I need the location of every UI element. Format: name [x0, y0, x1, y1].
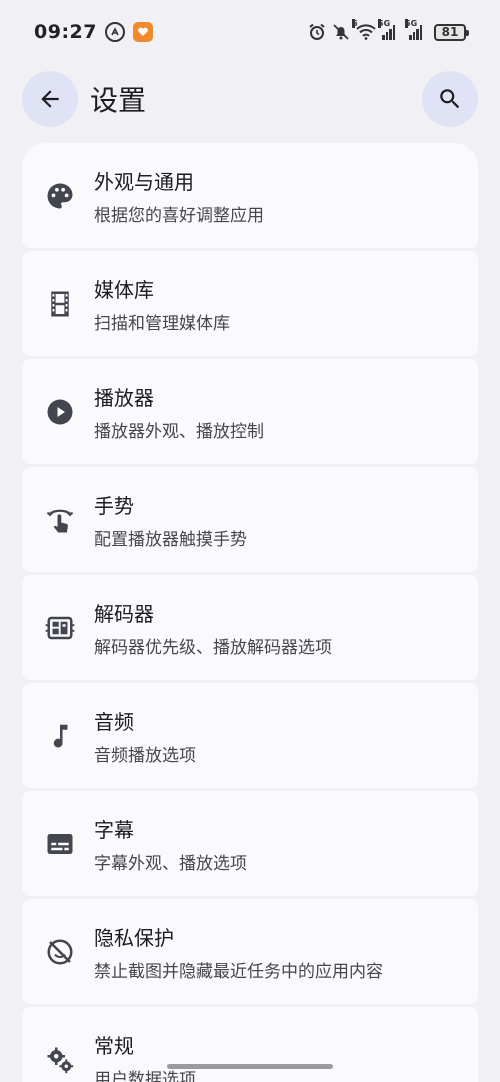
settings-item-subtitle: 解码器优先级、播放解码器选项 — [94, 637, 332, 658]
settings-item-title: 外观与通用 — [94, 169, 194, 194]
settings-item-title: 播放器 — [94, 385, 154, 410]
home-indicator[interactable] — [167, 1064, 333, 1069]
decoder-icon — [44, 612, 76, 644]
settings-item-title: 常规 — [94, 1033, 134, 1058]
status-bar: 09:27 6 5G 5G 81 — [0, 0, 500, 64]
palette-icon — [44, 180, 76, 212]
app-bar: 设置 — [22, 71, 478, 127]
settings-item-subtitle: 字幕外观、播放选项 — [94, 853, 247, 874]
status-time: 09:27 — [34, 21, 97, 43]
page-title: 设置 — [90, 84, 147, 117]
gesture-icon — [44, 504, 76, 536]
settings-item-texts: 媒体库 扫描和管理媒体库 — [94, 274, 230, 334]
mute-bell-icon — [333, 24, 349, 40]
settings-item-subtitle: 禁止截图并隐藏最近任务中的应用内容 — [94, 961, 383, 982]
settings-item-privacy[interactable]: 隐私保护 禁止截图并隐藏最近任务中的应用内容 — [22, 899, 478, 1004]
settings-item-gestures[interactable]: 手势 配置播放器触摸手势 — [22, 467, 478, 572]
status-right: 6 5G 5G 81 — [308, 19, 469, 41]
play-circle-icon — [44, 396, 76, 428]
notification-app-icon — [104, 22, 125, 42]
settings-item-player[interactable]: 播放器 播放器外观、播放控制 — [22, 359, 478, 464]
settings-item-subtitle: 播放器外观、播放控制 — [94, 421, 264, 442]
settings-item-subtitle: 配置播放器触摸手势 — [94, 529, 247, 550]
settings-item-appearance[interactable]: 外观与通用 根据您的喜好调整应用 — [22, 143, 478, 248]
settings-item-texts: 手势 配置播放器触摸手势 — [94, 490, 247, 550]
search-icon — [440, 89, 460, 109]
film-icon — [44, 288, 76, 320]
settings-list: 外观与通用 根据您的喜好调整应用 媒体库 扫描和管理媒体库 播放器 播放器外观、… — [22, 143, 478, 1082]
settings-item-texts: 常规 用户数据选项 — [94, 1030, 196, 1082]
settings-item-texts: 播放器 播放器外观、播放控制 — [94, 382, 264, 442]
settings-item-subtitle: 扫描和管理媒体库 — [94, 313, 230, 334]
network-type-2: 5G — [405, 19, 418, 28]
wifi-icon — [356, 24, 376, 40]
settings-item-texts: 外观与通用 根据您的喜好调整应用 — [94, 166, 264, 226]
signal-1: 5G — [378, 19, 395, 40]
settings-item-subtitles[interactable]: 字幕 字幕外观、播放选项 — [22, 791, 478, 896]
battery-indicator: 81 — [434, 23, 469, 41]
settings-item-texts: 解码器 解码器优先级、播放解码器选项 — [94, 598, 332, 658]
network-type-1: 5G — [378, 19, 391, 28]
signal-2: 5G — [405, 19, 422, 40]
back-button[interactable] — [22, 71, 78, 127]
settings-item-title: 媒体库 — [94, 277, 154, 302]
settings-item-audio[interactable]: 音频 音频播放选项 — [22, 683, 478, 788]
settings-item-general[interactable]: 常规 用户数据选项 — [22, 1007, 478, 1082]
settings-item-texts: 字幕 字幕外观、播放选项 — [94, 814, 247, 874]
settings-item-texts: 音频 音频播放选项 — [94, 706, 196, 766]
heart-app-icon — [132, 22, 153, 42]
search-button[interactable] — [422, 71, 478, 127]
settings-item-decoder[interactable]: 解码器 解码器优先级、播放解码器选项 — [22, 575, 478, 680]
status-left: 09:27 — [34, 21, 153, 43]
settings-item-title: 隐私保护 — [94, 925, 174, 950]
privacy-icon — [44, 936, 76, 968]
wifi-indicator: 6 — [352, 19, 376, 40]
settings-item-texts: 隐私保护 禁止截图并隐藏最近任务中的应用内容 — [94, 922, 383, 982]
settings-item-title: 音频 — [94, 709, 134, 734]
alarm-icon — [309, 23, 325, 40]
arrow-back-icon — [41, 90, 59, 108]
subtitles-icon — [44, 828, 76, 860]
settings-item-library[interactable]: 媒体库 扫描和管理媒体库 — [22, 251, 478, 356]
settings-item-subtitle: 根据您的喜好调整应用 — [94, 205, 264, 226]
settings-item-title: 字幕 — [94, 817, 134, 842]
settings-item-subtitle: 音频播放选项 — [94, 745, 196, 766]
gears-icon — [44, 1044, 76, 1076]
settings-item-title: 解码器 — [94, 601, 154, 626]
wifi-tag: 6 — [352, 19, 358, 28]
music-note-icon — [44, 720, 76, 752]
settings-item-title: 手势 — [94, 493, 134, 518]
